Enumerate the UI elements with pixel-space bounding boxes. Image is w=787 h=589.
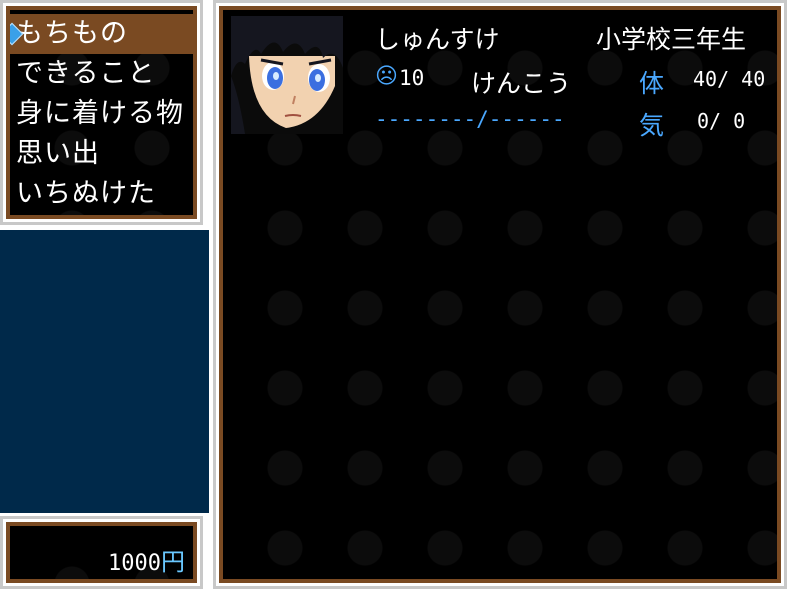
money-display: 1000円	[108, 542, 185, 577]
menu-item-items[interactable]: もちもの	[10, 14, 193, 54]
menu-item-equipment[interactable]: 身に着ける物	[10, 94, 193, 134]
ki-value: 0/ 0	[697, 109, 746, 133]
menu-item-label: 身に着ける物	[16, 98, 184, 129]
hp-value: 40/ 40	[693, 67, 766, 91]
command-menu-window: もちもの できること 身に着ける物 思い出 いちぬけた	[0, 0, 203, 225]
menu-item-label: いちぬけた	[16, 178, 156, 209]
mood-value: 10	[399, 66, 425, 90]
menu-item-quit[interactable]: いちぬけた	[10, 174, 193, 214]
character-portrait	[231, 16, 343, 134]
command-menu-inner: もちもの できること 身に着ける物 思い出 いちぬけた	[6, 6, 197, 219]
equipment-slots-line: --------/------	[375, 107, 565, 131]
boy-portrait-icon	[231, 16, 343, 134]
money-inner: 1000円	[6, 522, 197, 583]
money-amount: 1000	[108, 551, 161, 576]
status-window: しゅんすけ 小学校三年生 ☹ 10 けんこう 体 40/ 40 --------…	[213, 0, 787, 589]
character-name: しゅんすけ	[375, 25, 500, 54]
empty-info-panel	[0, 230, 209, 513]
menu-item-memories[interactable]: 思い出	[10, 134, 193, 174]
menu-item-label: 思い出	[16, 138, 100, 169]
menu-item-skills[interactable]: できること	[10, 54, 193, 94]
condition-status: けんこう	[471, 69, 572, 98]
menu-item-label: もちもの	[16, 18, 128, 49]
command-menu-list: もちもの できること 身に着ける物 思い出 いちぬけた	[10, 14, 193, 214]
hp-label: 体	[639, 69, 665, 98]
status-inner: しゅんすけ 小学校三年生 ☹ 10 けんこう 体 40/ 40 --------…	[219, 6, 781, 583]
money-window: 1000円	[0, 516, 203, 589]
yen-unit: 円	[161, 548, 185, 576]
character-grade: 小学校三年生	[596, 25, 747, 54]
mood-face-icon: ☹	[375, 64, 398, 89]
menu-item-label: できること	[16, 58, 156, 89]
ki-label: 気	[639, 111, 665, 140]
